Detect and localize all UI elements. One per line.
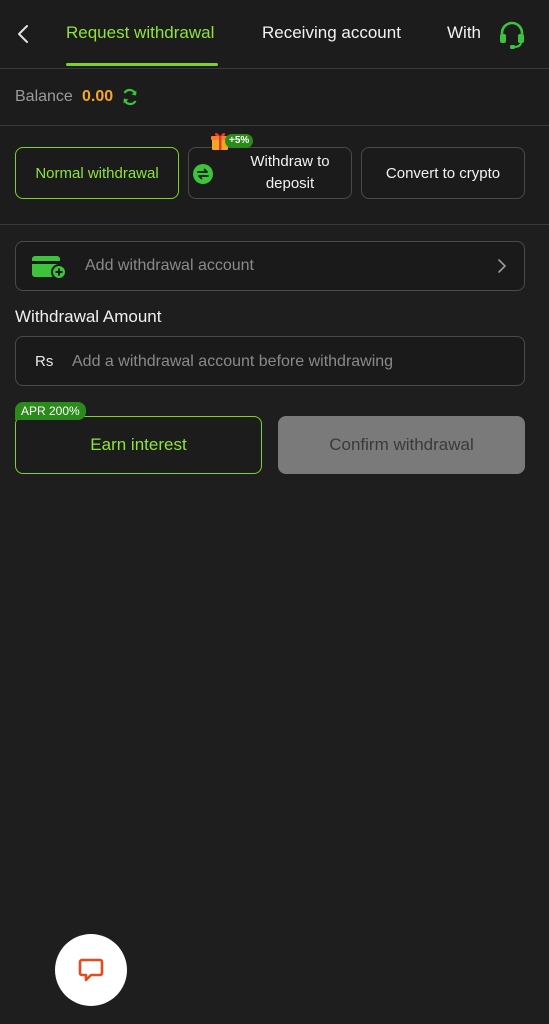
chat-button[interactable] xyxy=(55,934,127,1006)
chat-bubble-icon xyxy=(78,958,104,982)
normal-withdrawal-button[interactable]: Normal withdrawal xyxy=(15,147,179,199)
withdraw-to-deposit-label: Withdraw to deposit xyxy=(250,153,330,192)
withdrawal-method-selector: Normal withdrawal Withdraw to deposit Co… xyxy=(0,126,549,225)
active-tab-indicator xyxy=(66,63,218,66)
withdrawal-amount-input[interactable]: Rs Add a withdrawal account before withd… xyxy=(15,336,525,386)
convert-to-crypto-label: Convert to crypto xyxy=(385,164,501,182)
balance-row: Balance 0.00 xyxy=(0,69,549,126)
wallet-add-icon xyxy=(32,256,66,280)
refresh-icon[interactable] xyxy=(120,87,140,107)
earn-interest-label: Earn interest xyxy=(90,435,187,454)
amount-placeholder: Add a withdrawal account before withdraw… xyxy=(72,353,394,370)
back-arrow-icon[interactable] xyxy=(12,22,36,46)
confirm-withdrawal-button[interactable]: Confirm withdrawal xyxy=(278,416,525,474)
tab-withdrawal-record[interactable]: With xyxy=(447,23,481,43)
chevron-right-icon xyxy=(498,259,507,273)
bonus-badge: +5% xyxy=(225,134,254,148)
earn-interest-button[interactable]: Earn interest xyxy=(15,416,262,474)
normal-withdrawal-label: Normal withdrawal xyxy=(35,164,159,182)
balance-label: Balance xyxy=(15,88,73,105)
convert-to-crypto-button[interactable]: Convert to crypto xyxy=(361,147,525,199)
apr-badge: APR 200% xyxy=(15,402,86,420)
withdrawal-amount-title: Withdrawal Amount xyxy=(15,307,162,326)
headset-icon[interactable] xyxy=(496,19,528,51)
balance-value: 0.00 xyxy=(82,88,114,105)
swap-icon xyxy=(193,164,213,184)
confirm-withdrawal-label: Confirm withdrawal xyxy=(329,435,474,454)
currency-label: Rs xyxy=(35,353,54,370)
top-nav: Request withdrawal Receiving account Wit… xyxy=(0,0,549,69)
tab-receiving-account[interactable]: Receiving account xyxy=(262,23,401,43)
tab-request-withdrawal[interactable]: Request withdrawal xyxy=(66,23,214,43)
add-withdrawal-account-row[interactable]: Add withdrawal account xyxy=(15,241,525,291)
add-withdrawal-account-label: Add withdrawal account xyxy=(85,257,254,274)
